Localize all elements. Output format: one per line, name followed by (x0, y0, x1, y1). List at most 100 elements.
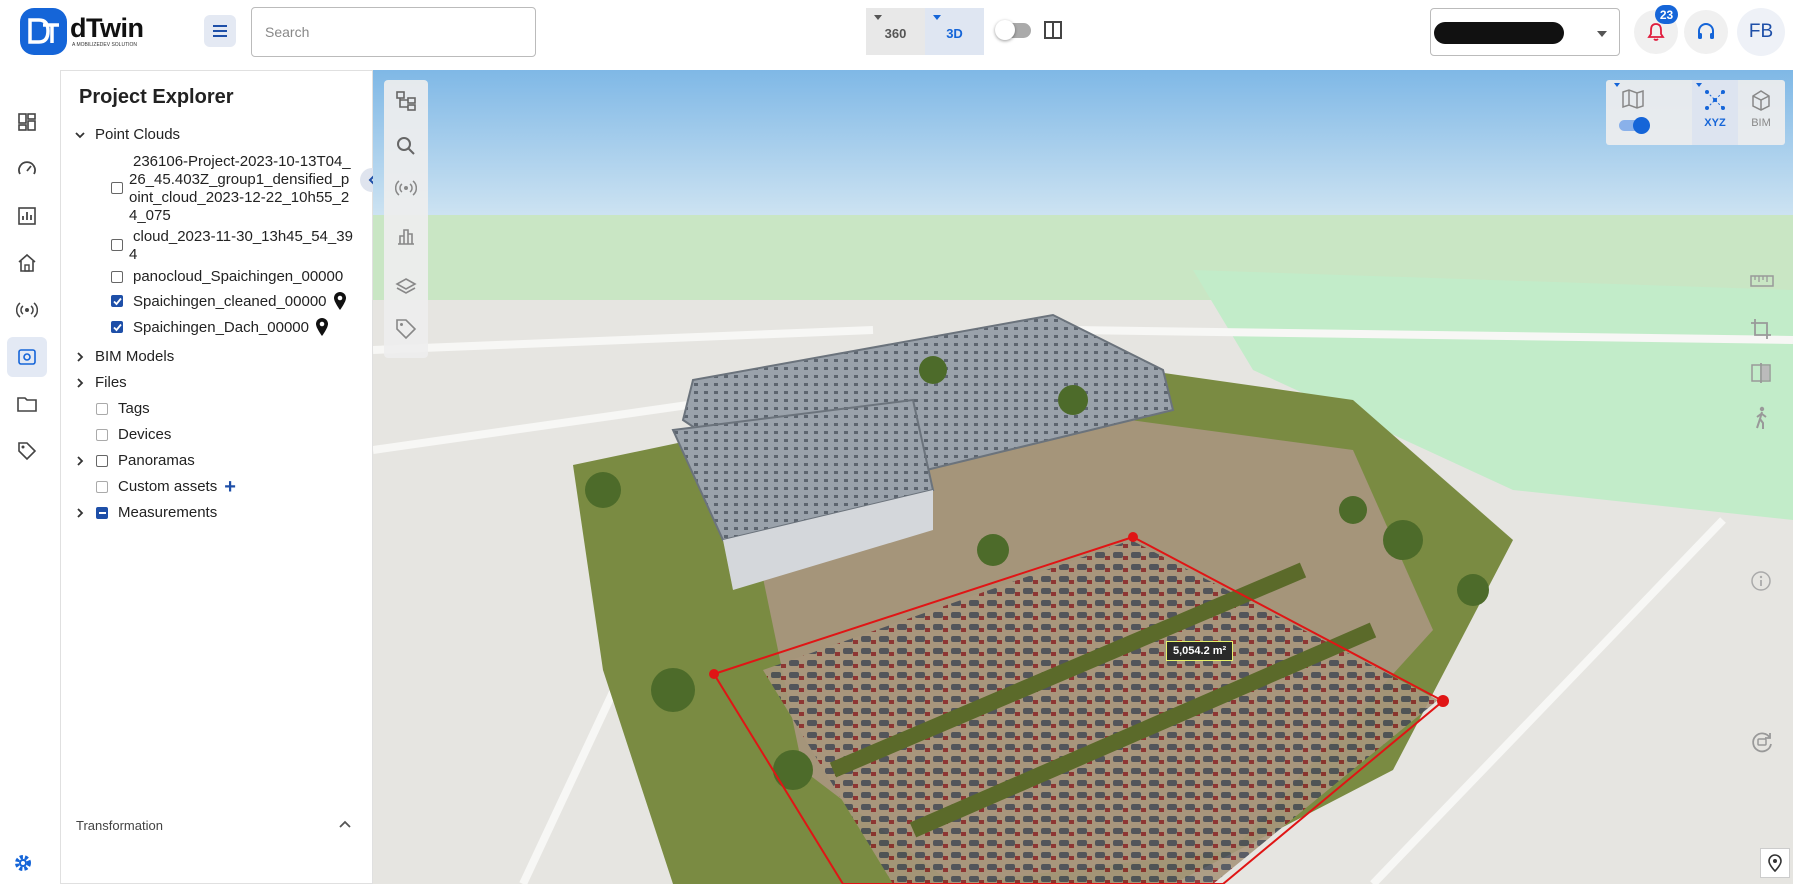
ruler-icon[interactable] (1750, 274, 1774, 288)
panoramas-checkbox[interactable] (96, 454, 108, 467)
pointcloud-label[interactable]: 236106-Project-2023-10-13T04_26_45.403Z_… (129, 153, 354, 225)
pointcloud-checkbox[interactable] (111, 239, 123, 251)
broadcast-icon[interactable] (395, 180, 417, 196)
report-chart-icon (18, 207, 36, 225)
support-button[interactable] (1684, 10, 1728, 54)
measurement-area-label[interactable]: 5,054.2 m² (1166, 641, 1234, 661)
group-label: BIM Models (95, 348, 175, 365)
map-toggle-switch[interactable] (1619, 117, 1650, 134)
search-icon[interactable] (395, 135, 417, 157)
chevron-down-icon (1597, 31, 1607, 37)
measurements-checkbox[interactable] (96, 506, 108, 519)
pointcloud-row[interactable]: Spaichingen_cleaned_00000 (111, 291, 347, 311)
xyz-mode-button[interactable]: XYZ (1692, 80, 1738, 145)
group-label: Custom assets (118, 478, 218, 495)
location-pin-icon[interactable] (315, 317, 329, 337)
broadcast-icon (16, 302, 38, 318)
group-files[interactable]: Files (75, 374, 127, 391)
custom-assets-checkbox[interactable] (96, 480, 108, 493)
pointcloud-row[interactable]: panocloud_Spaichingen_00000 (111, 268, 343, 285)
chevron-up-icon[interactable] (339, 819, 351, 829)
bim-mode-button[interactable]: BIM (1738, 80, 1784, 145)
nav-tags[interactable] (7, 431, 47, 471)
group-devices[interactable]: Devices (96, 426, 171, 443)
nav-home[interactable] (7, 243, 47, 283)
rotate-camera-icon[interactable] (1750, 730, 1774, 754)
bim-cube-icon (1752, 90, 1770, 111)
pointcloud-checkbox[interactable] (111, 295, 123, 307)
pointcloud-checkbox[interactable] (111, 270, 123, 283)
nav-speedometer[interactable] (7, 149, 47, 189)
xyz-points-icon (1705, 90, 1725, 110)
check-icon (112, 297, 122, 305)
group-label: Tags (118, 400, 150, 417)
nav-devices[interactable] (7, 290, 47, 330)
map-icon (1622, 89, 1644, 109)
group-bim-models[interactable]: BIM Models (75, 348, 174, 365)
chevron-right-icon (77, 351, 84, 362)
3d-viewer-canvas[interactable]: 5,054.2 m² (373, 70, 1793, 884)
map-layer-toggle[interactable] (1610, 80, 1656, 145)
group-panoramas[interactable]: Panoramas (75, 452, 195, 469)
brand-subtitle: A MOBILIZEDEV SOLUTION (72, 42, 138, 48)
mode-3d-button[interactable]: 3D (925, 8, 984, 55)
nav-dashboard[interactable] (7, 102, 47, 142)
group-label: Files (95, 374, 127, 391)
caret-down-icon (874, 15, 882, 20)
pointcloud-row[interactable]: Spaichingen_Dach_00000 (111, 317, 329, 337)
devices-checkbox[interactable] (96, 428, 108, 441)
hamburger-icon (213, 25, 227, 37)
map-pin-icon (1768, 854, 1782, 872)
menu-toggle-button[interactable] (204, 15, 236, 47)
mode-360-button[interactable]: 360 (866, 8, 925, 55)
gear-icon (15, 855, 31, 871)
group-point-clouds[interactable]: Point Clouds (75, 126, 180, 143)
caret-down-icon (933, 15, 941, 20)
chevron-right-icon (77, 377, 84, 388)
transformation-section-label[interactable]: Transformation (76, 818, 163, 833)
project-select[interactable] (1430, 8, 1620, 56)
xyz-label: XYZ (1704, 117, 1726, 129)
add-icon[interactable]: + (224, 477, 236, 497)
pointcloud-label: Spaichingen_cleaned_00000 (133, 292, 327, 310)
compare-toggle[interactable] (995, 20, 1031, 40)
group-label: Panoramas (118, 452, 195, 469)
pointcloud-label: Spaichingen_Dach_00000 (133, 318, 309, 336)
tree-structure-icon[interactable] (395, 90, 417, 112)
tag-icon[interactable] (395, 318, 417, 340)
pointcloud-checkbox[interactable] (111, 182, 123, 194)
user-avatar[interactable]: FB (1737, 8, 1785, 56)
nav-files[interactable] (7, 384, 47, 424)
viewer-toolbar (384, 80, 428, 358)
info-icon[interactable] (1750, 570, 1772, 592)
locate-button[interactable] (1760, 848, 1790, 878)
pointcloud-checkbox[interactable] (111, 321, 123, 333)
nav-settings[interactable] (12, 852, 34, 874)
tag-icon (18, 442, 37, 461)
nav-reports[interactable] (7, 196, 47, 236)
group-label: Measurements (118, 504, 218, 521)
tags-checkbox[interactable] (96, 402, 108, 415)
nav-viewer[interactable] (7, 337, 47, 377)
search-input[interactable] (251, 7, 536, 57)
compare-split-icon[interactable] (1750, 362, 1772, 384)
pointcloud-label[interactable]: cloud_2023-11-30_13h45_54_394 (129, 228, 354, 264)
notification-count-badge: 23 (1655, 5, 1678, 24)
group-custom-assets[interactable]: Custom assets + (96, 477, 236, 497)
group-tags[interactable]: Tags (96, 400, 150, 417)
crop-icon[interactable] (1750, 318, 1772, 340)
split-view-icon[interactable] (1044, 21, 1062, 39)
logo[interactable]: dTwin A MOBILIZEDEV SOLUTION (20, 6, 160, 56)
walk-mode-icon[interactable] (1750, 406, 1772, 430)
bar-chart-icon[interactable] (395, 225, 417, 247)
location-pin-icon[interactable] (333, 291, 347, 311)
mode-360-label: 360 (884, 26, 907, 41)
project-explorer-panel: Project Explorer Point Clouds 236106-Pro… (60, 70, 373, 884)
layers-icon[interactable] (395, 276, 417, 298)
view-mode-group: 360 3D (866, 8, 984, 55)
pointcloud-label: panocloud_Spaichingen_00000 (133, 268, 344, 285)
group-measurements[interactable]: Measurements (75, 504, 217, 521)
logo-mark-icon (20, 7, 67, 55)
bim-label: BIM (1751, 117, 1771, 129)
redacted-project-name (1434, 22, 1564, 44)
